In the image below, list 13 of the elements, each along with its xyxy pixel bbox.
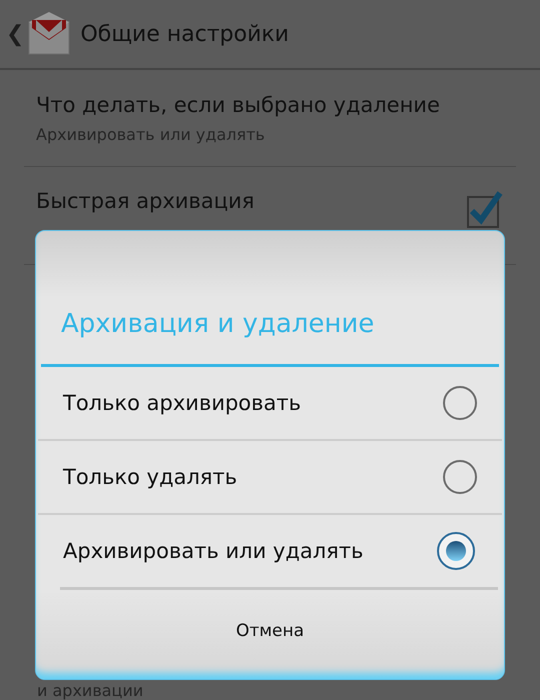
- radio-button[interactable]: [436, 531, 476, 571]
- cancel-button[interactable]: Отмена: [36, 590, 504, 679]
- radio-button[interactable]: [440, 457, 480, 497]
- envelope-icon[interactable]: [28, 12, 70, 56]
- dialog-title: Архивация и удаление: [41, 231, 499, 367]
- checkbox[interactable]: [466, 189, 504, 229]
- radio-option[interactable]: Только удалять: [38, 441, 502, 515]
- setting-title: Быстрая архивация: [36, 189, 256, 213]
- setting-title: Что делать, если выбрано удаление: [36, 92, 441, 116]
- radio-button[interactable]: [440, 383, 480, 423]
- screen-title: Общие настройки: [80, 22, 289, 46]
- radio-option[interactable]: Архивировать или удалять: [60, 515, 498, 590]
- radio-option[interactable]: Только архивировать: [38, 367, 502, 441]
